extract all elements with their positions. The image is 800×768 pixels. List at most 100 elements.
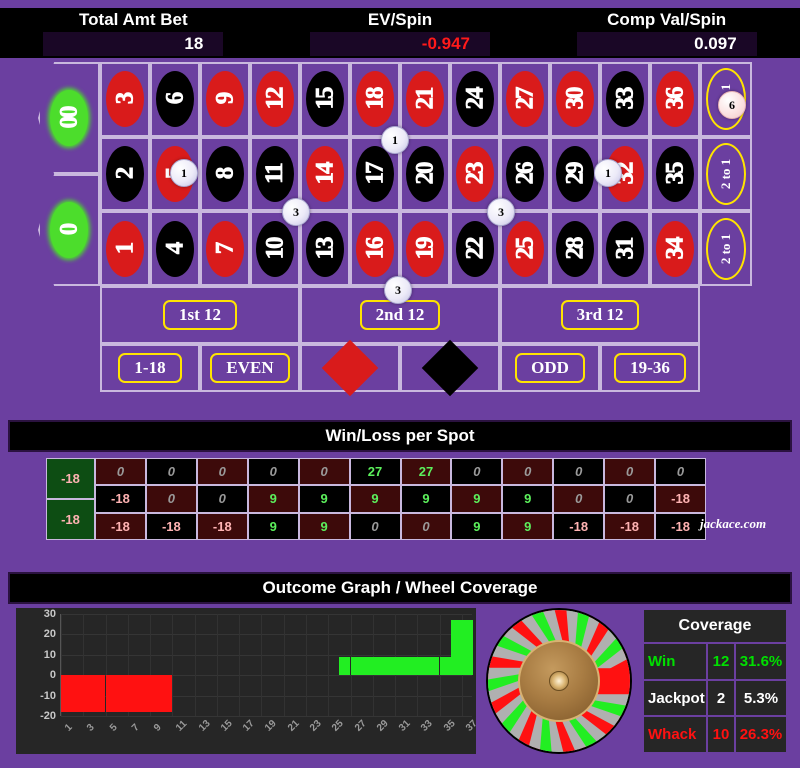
winloss-zero-column: -18 -18	[46, 458, 95, 540]
column-bet-label-3: 2 to 1	[718, 233, 733, 264]
number-cell-24[interactable]: 24	[450, 62, 500, 137]
even-money-bet-odd[interactable]: ODD	[500, 344, 600, 392]
even-money-bet-black[interactable]	[400, 339, 500, 397]
winloss-zero-cell-0: -18	[46, 458, 95, 499]
chart-xtick-25: 25	[330, 718, 346, 734]
number-cell-28[interactable]: 28	[550, 211, 600, 286]
number-cell-19[interactable]: 19	[400, 211, 450, 286]
number-cell-14[interactable]: 14	[300, 136, 350, 212]
bet-chip-1[interactable]: 1	[381, 126, 409, 154]
number-oval-8: 8	[206, 145, 244, 202]
chart-bar-9	[150, 675, 162, 712]
number-cell-15[interactable]: 15	[300, 62, 350, 137]
even-money-bets: 1-18 EVEN ODD 19-36	[100, 339, 700, 397]
stat-label-0: Total Amt Bet	[79, 10, 188, 29]
zero-cell-00[interactable]: 00	[38, 62, 100, 174]
number-cell-30[interactable]: 30	[550, 62, 600, 137]
diamond-red-icon	[321, 339, 379, 397]
bet-chip-3[interactable]: 6	[718, 91, 746, 119]
number-cell-29[interactable]: 29	[550, 136, 600, 212]
number-cell-21[interactable]: 21	[400, 62, 450, 137]
chart-xtick-35: 35	[441, 718, 458, 734]
number-cell-33[interactable]: 33	[600, 62, 650, 137]
stats-bar: Total Amt Bet 18 EV/Spin -0.947 Comp Val/Spi…	[0, 4, 800, 58]
chart-xtick-15: 15	[218, 718, 235, 734]
bet-chip-2[interactable]: 1	[594, 159, 622, 187]
chart-xtick-21: 21	[285, 718, 302, 734]
number-cell-20[interactable]: 20	[400, 136, 450, 212]
number-oval-25: 25	[506, 220, 544, 277]
bet-chip-6[interactable]: 3	[384, 276, 412, 304]
number-label-9: 9	[211, 94, 239, 105]
chart-vgridline-5	[172, 614, 174, 716]
number-oval-11: 11	[256, 145, 294, 202]
stat-value-box-1: -0.947	[310, 32, 490, 56]
number-oval-29: 29	[556, 145, 594, 202]
number-label-22: 22	[461, 238, 489, 260]
column-bet-2[interactable]: 2 to 1	[700, 136, 752, 212]
diamond-black-icon	[421, 339, 479, 397]
even-money-bet-red[interactable]	[300, 339, 400, 397]
number-label-26: 26	[511, 163, 539, 185]
even-money-label-even: EVEN	[210, 353, 290, 383]
winloss-cell-2-4: 9	[298, 512, 350, 540]
number-oval-17: 17	[356, 145, 394, 202]
number-oval-33: 33	[606, 71, 644, 128]
chart-ytick--10: -10	[40, 689, 56, 702]
winloss-zero-cell-1: -18	[46, 499, 95, 540]
number-cell-27[interactable]: 27	[500, 62, 550, 137]
coverage-pct-win: 31.6%	[734, 644, 786, 679]
zero-cell-0[interactable]: 0	[38, 174, 100, 286]
winloss-cell-0-1: 0	[145, 458, 197, 486]
coverage-count-whack: 10	[706, 717, 734, 753]
winloss-cell-0-7: 0	[451, 458, 503, 486]
number-cell-7[interactable]: 7	[200, 211, 250, 286]
number-oval-6: 6	[156, 71, 194, 128]
bet-chip-4[interactable]: 3	[282, 198, 310, 226]
number-cell-16[interactable]: 16	[350, 211, 400, 286]
column-bet-3[interactable]: 2 to 1	[700, 211, 752, 286]
winloss-cell-0-5: 27	[349, 458, 401, 486]
number-cell-3[interactable]: 3	[100, 62, 150, 137]
number-cell-6[interactable]: 6	[150, 62, 200, 137]
number-cell-9[interactable]: 9	[200, 62, 250, 137]
number-cell-34[interactable]: 34	[650, 211, 700, 286]
number-cell-2[interactable]: 2	[100, 136, 150, 212]
chart-gridline-30	[61, 614, 472, 615]
even-money-bet-1-18[interactable]: 1-18	[100, 344, 200, 392]
winloss-cell-1-6: 9	[400, 485, 452, 513]
winloss-grid: -18 -18 0 0 0 0 0 27 27 0 0 0 0 0 -18 0 0 9 9 9 9 9 9 0 0 -18 -18…	[46, 458, 706, 540]
chart-bar-5	[105, 675, 117, 712]
number-cell-36[interactable]: 36	[650, 62, 700, 137]
chart-bar-8	[138, 675, 150, 712]
watermark: jackace.com	[700, 516, 767, 531]
number-cell-13[interactable]: 13	[300, 211, 350, 286]
bet-chip-5[interactable]: 3	[487, 198, 515, 226]
even-money-label-1-18: 1-18	[118, 353, 182, 383]
number-cell-12[interactable]: 12	[250, 62, 300, 137]
dozen-bet-1[interactable]: 1st 12	[100, 286, 300, 344]
even-money-bet-19-36[interactable]: 19-36	[600, 344, 700, 392]
number-label-14: 14	[311, 163, 339, 185]
number-cell-8[interactable]: 8	[200, 136, 250, 212]
chart-bar-34	[428, 656, 440, 676]
number-label-16: 16	[361, 238, 389, 260]
number-oval-7: 7	[206, 220, 244, 277]
number-cell-1[interactable]: 1	[100, 211, 150, 286]
column-bet-oval-3: 2 to 1	[706, 217, 746, 280]
number-cell-4[interactable]: 4	[150, 211, 200, 286]
even-money-bet-even[interactable]: EVEN	[200, 344, 300, 392]
number-label-10: 10	[261, 238, 289, 260]
even-money-label-odd: ODD	[515, 353, 585, 383]
number-oval-23: 23	[456, 145, 494, 202]
number-cell-31[interactable]: 31	[600, 211, 650, 286]
number-label-15: 15	[311, 88, 339, 110]
chart-bar-29	[372, 656, 384, 676]
number-label-6: 6	[161, 94, 189, 105]
chart-ytick--20: -20	[40, 710, 56, 722]
bet-chip-0[interactable]: 1	[170, 159, 198, 187]
dozen-bet-3[interactable]: 3rd 12	[500, 286, 700, 344]
number-cell-35[interactable]: 35	[650, 136, 700, 212]
felt: 000 369121518212427303336258111417202326…	[38, 62, 762, 397]
chart-vgridline-11	[305, 614, 307, 716]
